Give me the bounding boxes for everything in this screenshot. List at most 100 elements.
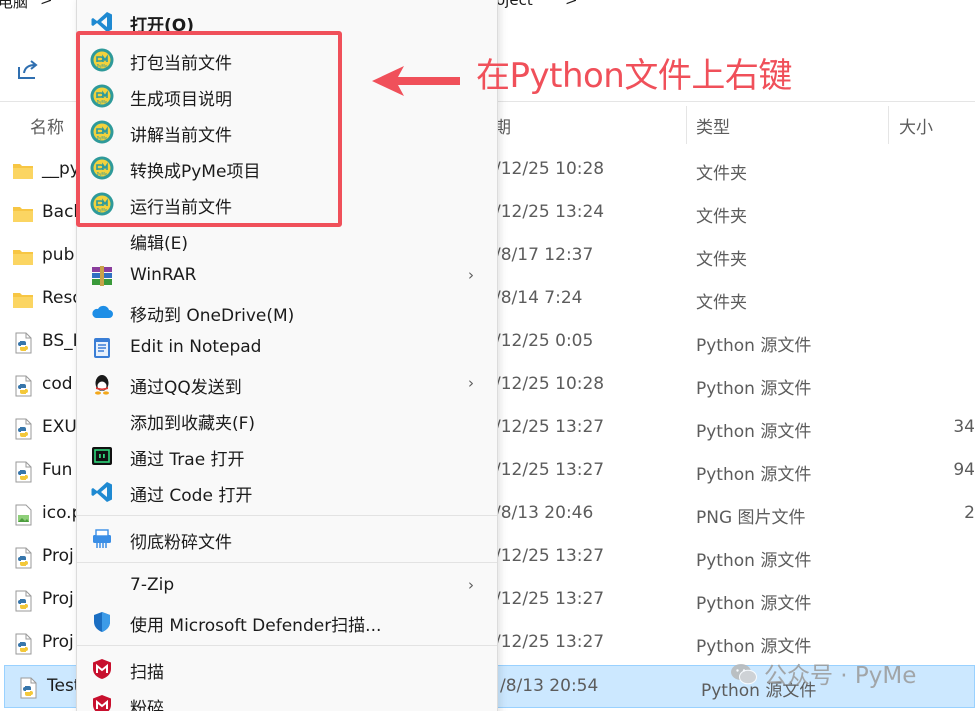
mcafee-icon <box>90 693 114 711</box>
column-type[interactable]: 类型 <box>696 113 730 138</box>
menu-divider <box>77 645 497 646</box>
menu-item-label: 添加到收藏夹(F) <box>130 414 256 434</box>
menu-item-defender[interactable]: 使用 Microsoft Defender扫描... <box>77 604 497 640</box>
file-type: Python 源文件 <box>696 379 812 399</box>
file-name: Fun <box>42 460 73 480</box>
breadcrumb-left[interactable]: 电脑 <box>0 0 28 10</box>
defender-shield-icon <box>90 610 114 634</box>
file-type: Python 源文件 <box>696 465 812 485</box>
file-size: 2 <box>964 503 975 523</box>
file-type: Python 源文件 <box>696 551 812 571</box>
file-date: /12/25 13:24 <box>495 202 605 222</box>
menu-item-label: 7-Zip <box>130 575 175 595</box>
trae-icon <box>90 444 114 468</box>
menu-item-label: WinRAR <box>130 265 197 285</box>
menu-item-code[interactable]: 通过 Code 打开 <box>77 474 497 510</box>
folder-icon <box>12 246 34 268</box>
column-name[interactable]: 名称 <box>30 113 64 138</box>
highlight-box <box>76 31 342 227</box>
file-type: 文件夹 <box>696 293 747 313</box>
menu-item-label: Edit in Notepad <box>130 337 262 357</box>
python-file-icon <box>12 375 34 397</box>
file-date: /8/13 20:46 <box>495 503 594 523</box>
file-name: __py <box>42 159 80 179</box>
menu-item-label: 编辑(E) <box>130 234 189 254</box>
menu-item-shred[interactable]: 彻底粉碎文件 <box>77 521 497 557</box>
file-date: /8/14 7:24 <box>495 288 583 308</box>
file-name: Proj <box>42 546 74 566</box>
menu-item-edit[interactable]: 编辑(E) <box>77 222 497 258</box>
winrar-icon <box>90 264 114 288</box>
file-size: 34 <box>953 417 975 437</box>
file-size: 94 <box>953 460 975 480</box>
python-file-icon <box>12 547 34 569</box>
onedrive-icon <box>90 300 114 324</box>
file-type: 文件夹 <box>696 207 747 227</box>
watermark-text: 公众号 · PyMe <box>764 663 917 689</box>
menu-divider <box>77 562 497 563</box>
file-date: /8/13 20:54 <box>500 676 599 696</box>
python-file-icon <box>12 633 34 655</box>
menu-item-label: 通过 Code 打开 <box>130 486 253 506</box>
watermark: 公众号 · PyMe <box>730 656 916 690</box>
file-name: EXU <box>42 417 77 437</box>
share-icon <box>18 60 38 79</box>
menu-item-trae[interactable]: 通过 Trae 打开 <box>77 438 497 474</box>
file-date: /12/25 13:27 <box>495 632 605 652</box>
file-type: 文件夹 <box>696 164 747 184</box>
menu-item-label: 通过 Trae 打开 <box>130 450 245 470</box>
notepad-icon <box>90 336 114 360</box>
annotation-arrow-icon <box>372 66 460 96</box>
menu-item-label: 通过QQ发送到 <box>130 378 242 398</box>
menu-item-notepad[interactable]: Edit in Notepad <box>77 330 497 366</box>
python-file-icon <box>12 461 34 483</box>
menu-item-favorites[interactable]: 添加到收藏夹(F) <box>77 402 497 438</box>
png-file-icon <box>12 504 34 526</box>
vscode-icon <box>90 480 114 504</box>
file-date: /12/25 0:05 <box>495 331 594 351</box>
menu-item-label: 彻底粉碎文件 <box>130 533 232 553</box>
menu-item-7zip[interactable]: 7-Zip › <box>77 568 497 604</box>
file-date: /12/25 13:27 <box>495 417 605 437</box>
mcafee-icon <box>90 657 114 681</box>
breadcrumb-separator: > <box>565 0 578 9</box>
column-divider[interactable] <box>888 106 889 144</box>
menu-item-qq[interactable]: 通过QQ发送到 › <box>77 366 497 402</box>
menu-item-scan[interactable]: 扫描 <box>77 651 497 687</box>
menu-item-onedrive[interactable]: 移动到 OneDrive(M) <box>77 294 497 330</box>
menu-item-label: 扫描 <box>130 663 164 683</box>
file-date: /8/17 12:37 <box>495 245 594 265</box>
file-name: Proj <box>42 589 74 609</box>
python-file-icon <box>12 590 34 612</box>
file-type: PNG 图片文件 <box>696 508 806 528</box>
folder-icon <box>12 203 34 225</box>
menu-divider <box>77 515 497 516</box>
share-button[interactable] <box>14 56 42 84</box>
menu-item-label: 粉碎 <box>130 699 164 711</box>
annotation-text: 在Python文件上右键 <box>476 56 792 96</box>
file-name: Proj <box>42 632 74 652</box>
file-date: /12/25 13:27 <box>495 546 605 566</box>
menu-item-label: 移动到 OneDrive(M) <box>130 306 295 326</box>
python-file-icon <box>17 677 39 699</box>
submenu-chevron-icon: › <box>468 374 474 392</box>
column-size[interactable]: 大小 <box>899 113 933 138</box>
column-divider[interactable] <box>686 106 687 144</box>
file-type: Python 源文件 <box>696 637 812 657</box>
submenu-chevron-icon: › <box>468 266 474 284</box>
breadcrumb-right[interactable]: oject <box>496 0 533 9</box>
menu-item-winrar[interactable]: WinRAR › <box>77 258 497 294</box>
file-date: /12/25 13:27 <box>495 460 605 480</box>
file-date: /12/25 10:28 <box>495 159 605 179</box>
file-date: /12/25 13:27 <box>495 589 605 609</box>
menu-item-crush[interactable]: 粉碎 <box>77 687 497 711</box>
file-type: 文件夹 <box>696 250 747 270</box>
menu-item-label: 使用 Microsoft Defender扫描... <box>130 616 382 636</box>
file-name: pub <box>42 245 75 265</box>
submenu-chevron-icon: › <box>468 576 474 594</box>
file-type: Python 源文件 <box>696 594 812 614</box>
folder-icon <box>12 160 34 182</box>
python-file-icon <box>12 332 34 354</box>
qq-icon <box>90 372 114 396</box>
wechat-icon <box>731 664 757 685</box>
